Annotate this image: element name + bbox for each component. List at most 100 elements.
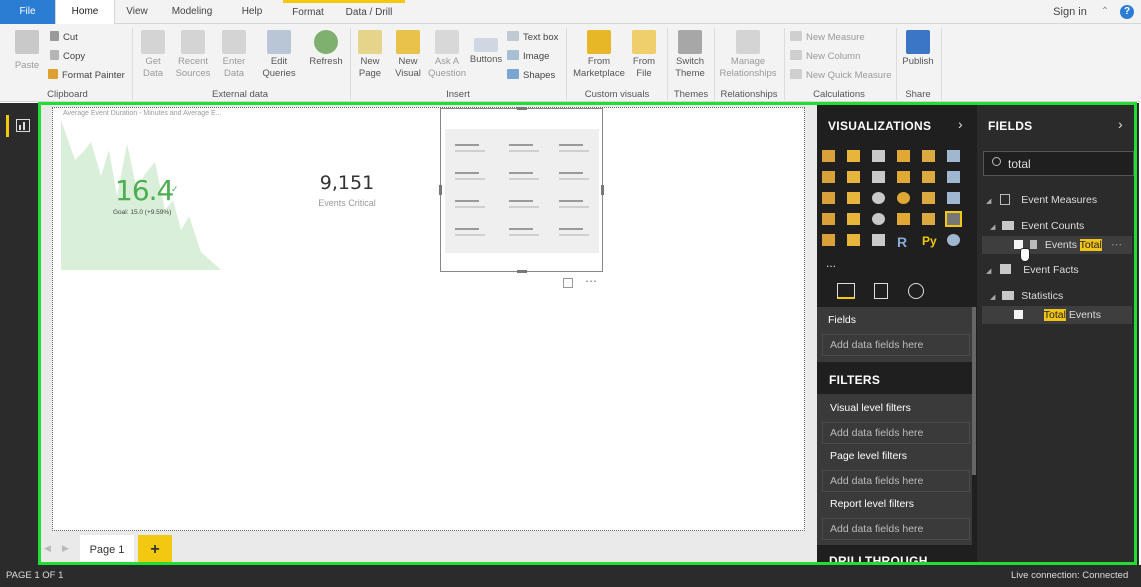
refresh-button[interactable]: Refresh bbox=[308, 30, 344, 68]
paste-button[interactable]: Paste bbox=[10, 30, 44, 72]
ribbon-chart-icon[interactable] bbox=[947, 171, 960, 183]
new-column-button[interactable]: New Column bbox=[790, 50, 860, 62]
visual-filters-drop-well[interactable]: Add data fields here bbox=[822, 422, 970, 444]
funnel-icon[interactable] bbox=[847, 213, 860, 225]
page-filters-drop-well[interactable]: Add data fields here bbox=[822, 470, 970, 492]
filled-map-icon[interactable] bbox=[822, 213, 835, 225]
fields-well-tab-icon[interactable] bbox=[837, 283, 855, 299]
treemap-icon[interactable] bbox=[922, 192, 935, 204]
format-paint-roller-icon[interactable] bbox=[874, 283, 888, 299]
resize-handle[interactable] bbox=[517, 270, 527, 273]
tab-data-drill[interactable]: Data / Drill bbox=[333, 0, 405, 24]
resize-handle[interactable] bbox=[601, 185, 604, 195]
tree-item-event-measures[interactable]: ◢ Event Measures bbox=[986, 194, 1097, 206]
r-visual-icon[interactable]: R bbox=[897, 234, 910, 250]
group-label-clipboard: Clipboard bbox=[47, 89, 88, 100]
edit-queries-button[interactable]: Edit Queries bbox=[258, 30, 300, 80]
pane-scrollbar[interactable] bbox=[972, 307, 976, 475]
card-icon[interactable] bbox=[897, 213, 910, 225]
tab-modeling[interactable]: Modeling bbox=[164, 0, 220, 24]
waterfall-icon[interactable] bbox=[822, 192, 835, 204]
new-measure-button[interactable]: New Measure bbox=[790, 31, 865, 43]
more-visuals-icon[interactable]: ... bbox=[826, 256, 836, 270]
fields-search-box[interactable]: total bbox=[983, 151, 1134, 176]
slicer-icon[interactable] bbox=[822, 234, 835, 246]
report-page[interactable]: Average Event Duration - Minutes and Ave… bbox=[52, 107, 805, 531]
cut-button[interactable]: Cut bbox=[50, 31, 78, 43]
enter-data-button[interactable]: Enter Data bbox=[218, 30, 250, 80]
analytics-magnifier-icon[interactable] bbox=[908, 283, 924, 299]
text-box-button[interactable]: Text box bbox=[507, 31, 558, 43]
buttons-button[interactable]: Buttons bbox=[468, 30, 504, 66]
tree-item-statistics[interactable]: ◢ Statistics bbox=[990, 290, 1063, 302]
line-clustered-icon[interactable] bbox=[922, 171, 935, 183]
page-nav-right-icon[interactable]: ▶ bbox=[62, 543, 69, 554]
checkbox[interactable] bbox=[1014, 310, 1023, 319]
publish-button[interactable]: Publish bbox=[900, 30, 936, 68]
tab-view[interactable]: View bbox=[118, 0, 156, 24]
collapse-chevron-icon[interactable]: › bbox=[958, 116, 963, 132]
resize-handle[interactable] bbox=[517, 107, 527, 110]
pie-chart-icon[interactable] bbox=[872, 192, 885, 204]
focus-mode-icon[interactable] bbox=[563, 278, 573, 288]
help-icon[interactable]: ? bbox=[1120, 5, 1134, 19]
new-visual-button[interactable]: New Visual bbox=[392, 30, 424, 80]
tab-help[interactable]: Help bbox=[234, 0, 270, 24]
chevron-up-icon[interactable]: ⌃ bbox=[1098, 0, 1112, 24]
stacked-bar-icon[interactable] bbox=[822, 150, 835, 162]
tree-item-event-facts[interactable]: ◢ Event Facts bbox=[986, 264, 1079, 276]
collapse-chevron-icon[interactable]: › bbox=[1118, 116, 1123, 132]
tree-item-event-counts[interactable]: ◢ Event Counts bbox=[990, 220, 1084, 232]
clustered-column-icon[interactable] bbox=[897, 150, 910, 162]
line-column-icon[interactable] bbox=[897, 171, 910, 183]
more-options-icon[interactable]: ⋯ bbox=[585, 274, 597, 288]
kpi-visual[interactable]: Average Event Duration - Minutes and Ave… bbox=[61, 110, 222, 272]
scatter-icon[interactable] bbox=[847, 192, 860, 204]
get-data-button[interactable]: Get Data bbox=[137, 30, 169, 80]
100-bar-icon[interactable] bbox=[922, 150, 935, 162]
card-visual[interactable]: 9,151 Events Critical bbox=[297, 172, 397, 212]
ask-question-button[interactable]: Ask A Question bbox=[428, 30, 466, 80]
tab-home[interactable]: Home bbox=[55, 0, 115, 24]
matrix-icon[interactable] bbox=[872, 234, 885, 246]
switch-theme-button[interactable]: Switch Theme bbox=[671, 30, 709, 80]
tab-format[interactable]: Format bbox=[283, 0, 333, 24]
new-quick-measure-button[interactable]: New Quick Measure bbox=[790, 69, 892, 81]
kpi-value: 16.4 bbox=[115, 174, 174, 207]
from-file-button[interactable]: From File bbox=[628, 30, 660, 80]
image-button[interactable]: Image bbox=[507, 50, 549, 62]
multi-row-card-icon[interactable] bbox=[922, 213, 935, 225]
from-marketplace-button[interactable]: From Marketplace bbox=[572, 30, 626, 80]
100-column-icon[interactable] bbox=[947, 150, 960, 162]
manage-relationships-button[interactable]: Manage Relationships bbox=[717, 30, 779, 80]
page-nav-left-icon[interactable]: ◀ bbox=[44, 543, 51, 554]
stacked-area-icon[interactable] bbox=[872, 171, 885, 183]
report-filters-drop-well[interactable]: Add data fields here bbox=[822, 518, 970, 540]
clustered-bar-icon[interactable] bbox=[872, 150, 885, 162]
add-page-button[interactable]: + bbox=[138, 535, 172, 565]
copy-button[interactable]: Copy bbox=[50, 50, 85, 62]
more-options-icon[interactable]: ⋯ bbox=[1111, 238, 1122, 251]
table-icon[interactable] bbox=[847, 234, 860, 246]
copy-icon bbox=[50, 50, 59, 60]
gauge-icon[interactable] bbox=[872, 213, 885, 225]
page-tab-page-1[interactable]: Page 1 bbox=[80, 535, 134, 565]
new-page-button[interactable]: New Page bbox=[354, 30, 386, 80]
table-visual[interactable] bbox=[439, 107, 604, 273]
sign-in-link[interactable]: Sign in bbox=[1045, 0, 1095, 24]
resize-handle[interactable] bbox=[439, 185, 442, 195]
donut-chart-icon[interactable] bbox=[897, 192, 910, 204]
python-visual-icon[interactable]: Py bbox=[922, 234, 937, 248]
kpi-icon[interactable] bbox=[945, 211, 962, 227]
area-chart-icon[interactable] bbox=[847, 171, 860, 183]
fields-drop-well[interactable]: Add data fields here bbox=[822, 334, 970, 356]
format-painter-button[interactable]: Format Painter bbox=[48, 69, 125, 81]
stacked-column-icon[interactable] bbox=[847, 150, 860, 162]
recent-sources-button[interactable]: Recent Sources bbox=[172, 30, 214, 80]
globe-icon[interactable] bbox=[947, 234, 960, 246]
shapes-button[interactable]: Shapes bbox=[507, 69, 555, 81]
report-view-icon[interactable] bbox=[6, 115, 34, 137]
map-icon[interactable] bbox=[947, 192, 960, 204]
tab-file[interactable]: File bbox=[0, 0, 55, 24]
line-chart-icon[interactable] bbox=[822, 171, 835, 183]
